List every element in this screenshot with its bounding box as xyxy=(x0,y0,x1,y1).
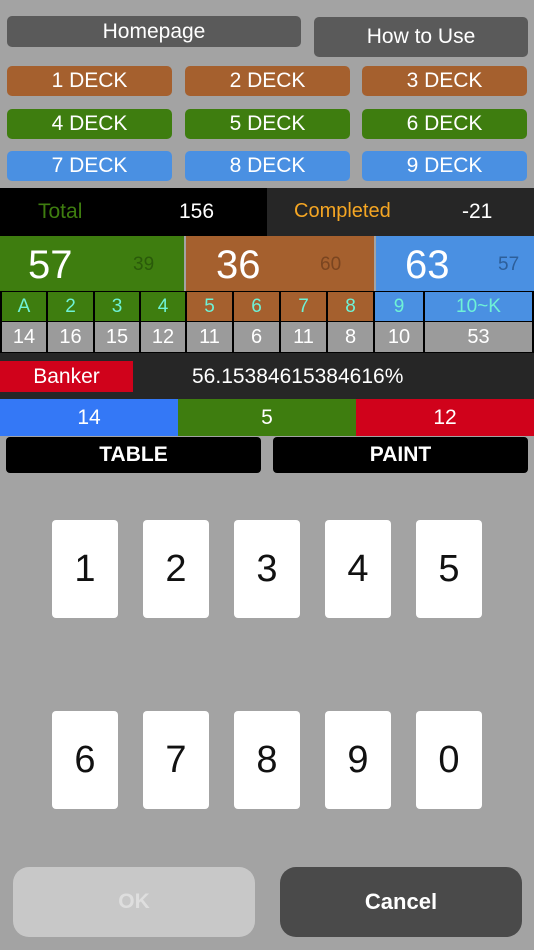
banker-percentage: 56.15384615384616% xyxy=(192,365,404,388)
homepage-button[interactable]: Homepage xyxy=(7,16,301,47)
deck-2-button[interactable]: 2 DECK xyxy=(185,66,350,96)
completed-label: Completed xyxy=(294,200,391,222)
rank-cell: 10~K xyxy=(425,292,532,321)
rank-cell: 5 xyxy=(187,292,232,321)
rank-cell: 7 xyxy=(281,292,326,321)
group-blue-sub: 57 xyxy=(498,254,520,275)
key-1[interactable]: 1 xyxy=(52,520,118,618)
result-red: 12 xyxy=(356,399,534,436)
count-cell: 10 xyxy=(375,322,423,352)
tab-table[interactable]: TABLE xyxy=(6,437,261,473)
how-to-use-button[interactable]: How to Use xyxy=(314,17,528,57)
completed-value: -21 xyxy=(462,200,493,223)
deck-5-button[interactable]: 5 DECK xyxy=(185,109,350,139)
count-cell: 11 xyxy=(187,322,232,352)
group-green-main: 57 xyxy=(28,243,73,287)
count-cell: 8 xyxy=(328,322,373,352)
deck-6-button[interactable]: 6 DECK xyxy=(362,109,527,139)
cancel-button[interactable]: Cancel xyxy=(280,867,522,937)
deck-1-button[interactable]: 1 DECK xyxy=(7,66,172,96)
tab-paint[interactable]: PAINT xyxy=(273,437,528,473)
group-green-sub: 39 xyxy=(133,254,155,275)
key-6[interactable]: 6 xyxy=(52,711,118,809)
deck-7-button[interactable]: 7 DECK xyxy=(7,151,172,181)
rank-cell: 3 xyxy=(95,292,139,321)
deck-9-button[interactable]: 9 DECK xyxy=(362,151,527,181)
group-brown-main: 36 xyxy=(216,243,261,287)
key-5[interactable]: 5 xyxy=(416,520,482,618)
rank-cell: 2 xyxy=(48,292,93,321)
key-9[interactable]: 9 xyxy=(325,711,391,809)
rank-cell: 6 xyxy=(234,292,279,321)
group-blue-main: 63 xyxy=(405,243,450,287)
result-blue: 14 xyxy=(0,399,178,436)
rank-cell: 8 xyxy=(328,292,373,321)
group-brown-panel xyxy=(186,236,374,291)
count-cell: 6 xyxy=(234,322,279,352)
count-cell: 53 xyxy=(425,322,532,352)
key-2[interactable]: 2 xyxy=(143,520,209,618)
key-0[interactable]: 0 xyxy=(416,711,482,809)
key-4[interactable]: 4 xyxy=(325,520,391,618)
ok-button[interactable]: OK xyxy=(13,867,255,937)
key-3[interactable]: 3 xyxy=(234,520,300,618)
result-green: 5 xyxy=(178,399,356,436)
rank-cell: A xyxy=(2,292,46,321)
count-cell: 16 xyxy=(48,322,93,352)
total-value: 156 xyxy=(179,200,215,223)
count-cell: 14 xyxy=(2,322,46,352)
rank-cell: 9 xyxy=(375,292,423,321)
total-label: Total xyxy=(38,200,83,223)
count-cell: 12 xyxy=(141,322,185,352)
deck-8-button[interactable]: 8 DECK xyxy=(185,151,350,181)
rank-cell: 4 xyxy=(141,292,185,321)
key-8[interactable]: 8 xyxy=(234,711,300,809)
count-cell: 11 xyxy=(281,322,326,352)
deck-3-button[interactable]: 3 DECK xyxy=(362,66,527,96)
key-7[interactable]: 7 xyxy=(143,711,209,809)
deck-4-button[interactable]: 4 DECK xyxy=(7,109,172,139)
count-cell: 15 xyxy=(95,322,139,352)
banker-label: Banker xyxy=(0,361,133,392)
group-brown-sub: 60 xyxy=(320,254,342,275)
